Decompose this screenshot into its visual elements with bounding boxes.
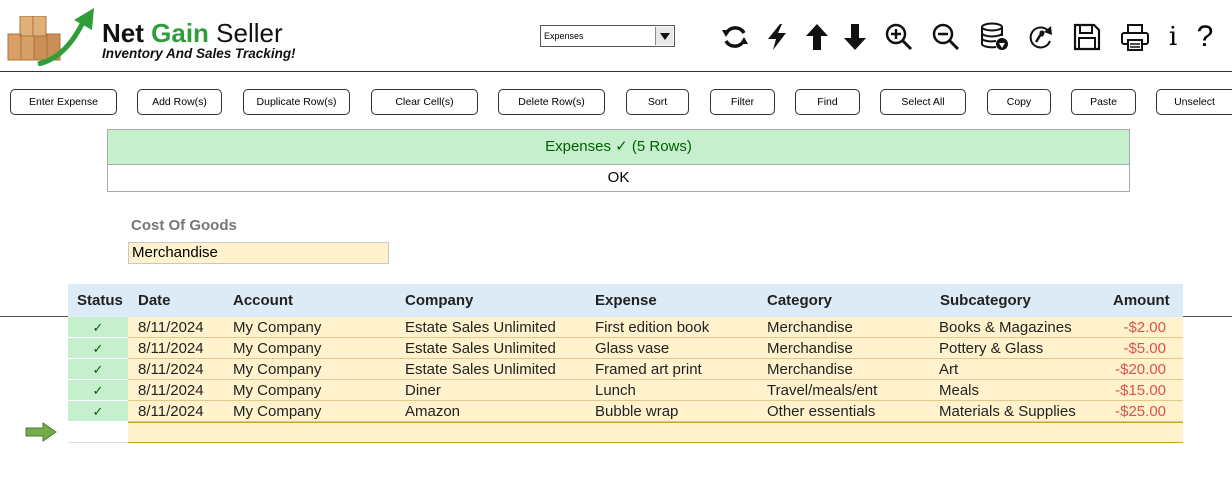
expense-cell[interactable]: Framed art print [595,359,702,380]
add-rows-button[interactable]: Add Row(s) [137,89,222,115]
enter-expense-button[interactable]: Enter Expense [10,89,117,115]
category-cell[interactable]: Other essentials [767,401,875,422]
subcategory-cell[interactable]: Meals [939,380,979,401]
find-button[interactable]: Find [795,89,860,115]
category-cell[interactable]: Merchandise [767,338,853,359]
date-cell[interactable]: 8/11/2024 [138,380,204,401]
save-icon[interactable] [1070,18,1104,56]
logo-word-seller: Seller [216,18,283,48]
growth-arrow-icon [37,8,94,66]
account-cell[interactable]: My Company [233,317,321,338]
filter-label: Cost Of Goods [131,217,237,234]
paste-button[interactable]: Paste [1071,89,1136,115]
app-tagline: Inventory And Sales Tracking! [102,46,296,61]
status-check-cell[interactable]: ✓ [68,317,128,338]
company-cell[interactable]: Estate Sales Unlimited [405,317,556,338]
amount-cell[interactable]: -$20.00 [1078,359,1166,380]
expense-cell[interactable]: First edition book [595,317,709,338]
chevron-down-icon[interactable] [655,27,673,45]
sort-button[interactable]: Sort [626,89,689,115]
table-row[interactable]: ✓ 8/11/2024 My Company Estate Sales Unli… [68,359,1183,380]
header-divider [0,71,1232,72]
column-header-category[interactable]: Category [767,284,832,317]
new-entry-row[interactable] [68,422,1183,443]
status-check-cell[interactable]: ✓ [68,401,128,422]
company-cell[interactable]: Diner [405,380,441,401]
column-header-subcategory[interactable]: Subcategory [940,284,1031,317]
table-row[interactable]: ✓ 8/11/2024 My Company Diner Lunch Trave… [68,380,1183,401]
status-banner: Expenses ✓ (5 Rows) [107,129,1130,165]
duplicate-rows-button[interactable]: Duplicate Row(s) [243,89,350,115]
account-cell[interactable]: My Company [233,338,321,359]
column-header-date[interactable]: Date [138,284,171,317]
expenses-table: Status Date Account Company Expense Cate… [68,284,1183,443]
column-header-account[interactable]: Account [233,284,293,317]
view-select-value: Expenses [544,31,584,41]
print-icon[interactable] [1118,18,1152,56]
current-row-arrow-icon [25,422,57,442]
zoom-in-icon[interactable] [882,18,916,56]
subcategory-cell[interactable]: Materials & Supplies [939,401,1076,422]
help-icon[interactable]: ? [1188,18,1222,56]
table-row[interactable]: ✓ 8/11/2024 My Company Estate Sales Unli… [68,338,1183,359]
table-row[interactable]: ✓ 8/11/2024 My Company Amazon Bubble wra… [68,401,1183,422]
delete-rows-button[interactable]: Delete Row(s) [498,89,605,115]
row-background[interactable] [128,422,1183,443]
refresh-icon[interactable] [718,18,752,56]
filter-button[interactable]: Filter [710,89,775,115]
view-select[interactable]: Expenses [540,25,675,47]
sync-icon[interactable] [1023,18,1057,56]
date-cell[interactable]: 8/11/2024 [138,317,204,338]
subcategory-cell[interactable]: Pottery & Glass [939,338,1043,359]
info-icon[interactable]: i [1156,18,1190,56]
account-cell[interactable]: My Company [233,359,321,380]
table-header: Status Date Account Company Expense Cate… [68,284,1183,317]
expense-cell[interactable]: Glass vase [595,338,669,359]
column-header-expense[interactable]: Expense [595,284,657,317]
subcategory-cell[interactable]: Art [939,359,958,380]
date-cell[interactable]: 8/11/2024 [138,338,204,359]
app-logo: Net Gain Seller Inventory And Sales Trac… [6,4,306,68]
amount-cell[interactable]: -$2.00 [1078,317,1166,338]
select-all-button[interactable]: Select All [880,89,966,115]
category-cell[interactable]: Travel/meals/ent [767,380,877,401]
amount-cell[interactable]: -$15.00 [1078,380,1166,401]
company-cell[interactable]: Estate Sales Unlimited [405,359,556,380]
amount-cell[interactable]: -$25.00 [1078,401,1166,422]
date-cell[interactable]: 8/11/2024 [138,401,204,422]
clear-cells-button[interactable]: Clear Cell(s) [371,89,478,115]
amount-cell[interactable]: -$5.00 [1078,338,1166,359]
arrow-down-icon[interactable] [838,18,872,56]
copy-button[interactable]: Copy [987,89,1051,115]
category-cell[interactable]: Merchandise [767,359,853,380]
unselect-button[interactable]: Unselect [1156,89,1232,115]
status-check-cell[interactable]: ✓ [68,338,128,359]
category-cell[interactable]: Merchandise [767,317,853,338]
status-check-cell[interactable] [68,422,128,443]
company-cell[interactable]: Amazon [405,401,460,422]
account-cell[interactable]: My Company [233,380,321,401]
database-download-icon[interactable] [977,18,1011,56]
zoom-out-icon[interactable] [929,18,963,56]
expense-cell[interactable]: Bubble wrap [595,401,678,422]
filter-value-field[interactable]: Merchandise [128,242,389,264]
company-cell[interactable]: Estate Sales Unlimited [405,338,556,359]
column-header-status[interactable]: Status [77,284,123,317]
logo-word-net: Net [102,18,144,48]
arrow-up-icon[interactable] [800,18,834,56]
date-cell[interactable]: 8/11/2024 [138,359,204,380]
column-header-amount[interactable]: Amount [1113,284,1170,317]
account-cell[interactable]: My Company [233,401,321,422]
app-title: Net Gain Seller [102,18,283,48]
column-header-company[interactable]: Company [405,284,473,317]
table-row[interactable]: ✓ 8/11/2024 My Company Estate Sales Unli… [68,317,1183,338]
ok-button[interactable]: OK [107,164,1130,192]
expense-cell[interactable]: Lunch [595,380,636,401]
subcategory-cell[interactable]: Books & Magazines [939,317,1072,338]
lightning-icon[interactable] [760,18,794,56]
status-check-cell[interactable]: ✓ [68,380,128,401]
logo-word-gain: Gain [151,18,209,48]
status-check-cell[interactable]: ✓ [68,359,128,380]
